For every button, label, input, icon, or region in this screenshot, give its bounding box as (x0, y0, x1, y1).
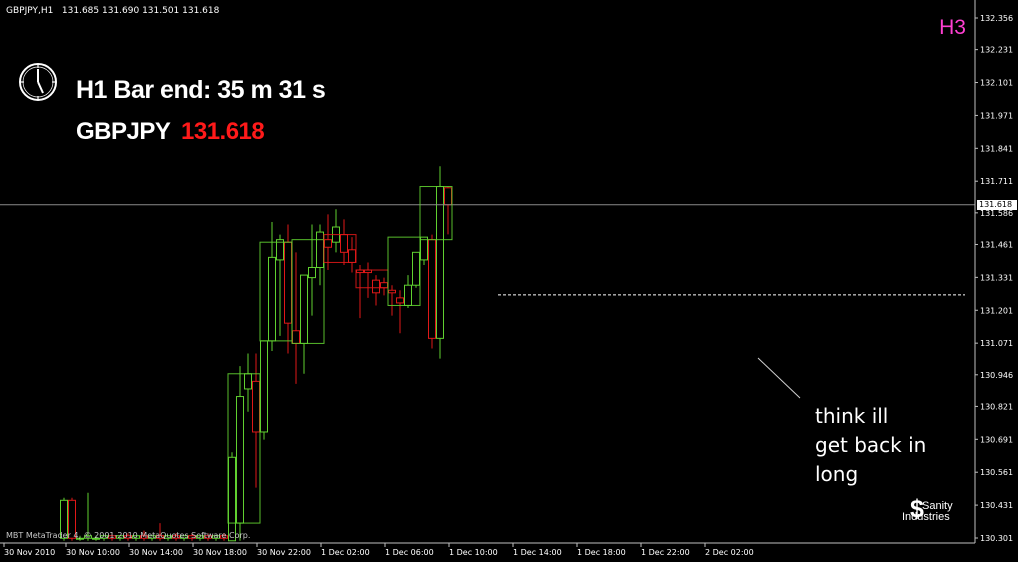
current-price-tag: 131.618 (977, 199, 1017, 210)
x-tick-label: 1 Dec 22:00 (641, 548, 690, 557)
candle-body (228, 456, 236, 542)
candles-layer (60, 166, 452, 542)
annotation-line: get back in (815, 433, 927, 457)
y-tick-label: 130.821 (980, 402, 1013, 411)
copyright-text: MBT MetaTrader 4, © 2001-2010 MetaQuotes… (6, 531, 251, 540)
chart-header: GBPJPY,H1 131.685 131.690 131.501 131.61… (6, 6, 219, 16)
x-tick-label: 30 Nov 22:00 (257, 548, 311, 557)
candle-body (316, 231, 324, 268)
y-tick-label: 131.971 (980, 111, 1013, 120)
y-tick-label: 131.841 (980, 144, 1013, 153)
candle-body (284, 241, 292, 324)
candle-body (348, 249, 356, 263)
annotation-text: think ill get back in long (815, 402, 926, 489)
candle-body (436, 186, 444, 339)
candle-body (404, 284, 412, 306)
h3-label: H3 (939, 16, 966, 39)
x-tick-label: 1 Dec 02:00 (321, 548, 370, 557)
annotation-line: think ill (815, 404, 889, 428)
candle-body (268, 256, 276, 342)
logo-line2: Industries (902, 511, 950, 523)
candle-body (340, 234, 348, 253)
candle-body (380, 282, 388, 289)
candle-body (396, 297, 404, 304)
symbol-timeframe: GBPJPY,H1 (6, 6, 54, 16)
candle-body (236, 396, 244, 524)
y-tick-label: 130.561 (980, 468, 1013, 477)
y-tick-label: 132.356 (980, 14, 1013, 23)
candle-body (276, 239, 284, 261)
candle-body (244, 373, 252, 390)
y-tick-label: 131.586 (980, 209, 1013, 218)
y-tick-label: 131.331 (980, 273, 1013, 282)
timer-symbol: GBPJPY (76, 118, 171, 145)
candle-body (372, 279, 380, 294)
candle-body (444, 187, 452, 206)
x-tick-label: 1 Dec 06:00 (385, 548, 434, 557)
x-tick-label: 1 Dec 14:00 (513, 548, 562, 557)
timer-price: 131.618 (181, 118, 265, 145)
ohlc-values: 131.685 131.690 131.501 131.618 (61, 6, 220, 16)
y-tick-label: 131.201 (980, 306, 1013, 315)
y-tick-label: 131.071 (980, 339, 1013, 348)
x-tick-label: 30 Nov 18:00 (193, 548, 247, 557)
x-tick-label: 30 Nov 14:00 (129, 548, 183, 557)
y-tick-label: 130.946 (980, 371, 1013, 380)
clock-icon (18, 62, 58, 102)
annotation-arrow (757, 357, 801, 399)
annotation-line: long (815, 462, 859, 486)
y-tick-label: 132.231 (980, 46, 1013, 55)
y-tick-label: 132.101 (980, 79, 1013, 88)
candle-body (252, 380, 260, 433)
y-tick-label: 130.301 (980, 534, 1013, 543)
candle-body (300, 274, 308, 344)
y-tick-label: 130.691 (980, 435, 1013, 444)
x-tick-label: 30 Nov 2010 (4, 548, 55, 557)
y-tick-label: 131.711 (980, 177, 1013, 186)
candle-body (388, 289, 396, 294)
x-tick-label: 1 Dec 10:00 (449, 548, 498, 557)
candle-body (420, 236, 428, 261)
y-tick-label: 130.431 (980, 501, 1013, 510)
candle-body (324, 239, 332, 248)
x-tick-label: 30 Nov 10:00 (66, 548, 120, 557)
candle-body (308, 266, 316, 279)
candle-body (412, 251, 420, 286)
candle-body (428, 239, 436, 339)
y-tick-label: 131.461 (980, 240, 1013, 249)
candle-body (292, 330, 300, 344)
x-tick-label: 2 Dec 02:00 (705, 548, 754, 557)
candle-body (260, 340, 268, 433)
bar-end-timer: H1 Bar end: 35 m 31 s (76, 76, 326, 104)
x-tick-label: 1 Dec 18:00 (577, 548, 626, 557)
